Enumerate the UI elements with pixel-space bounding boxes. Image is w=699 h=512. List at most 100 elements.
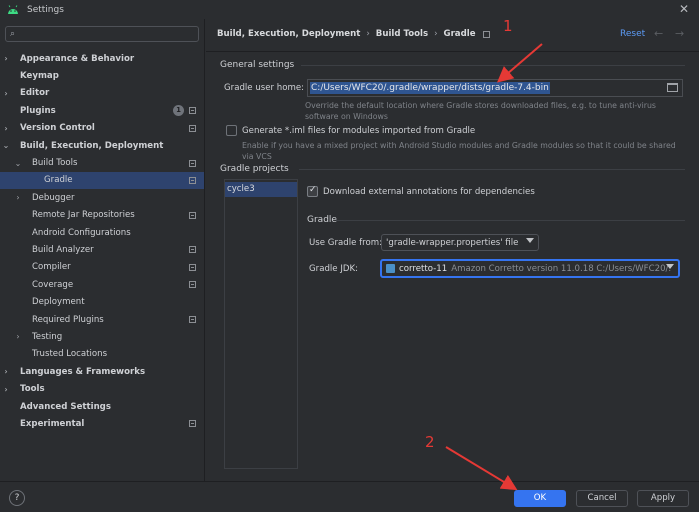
sidebar-item-label: Tools bbox=[20, 384, 45, 395]
sidebar-item-build-execution-deployment[interactable]: ⌄ Build, Execution, Deployment bbox=[0, 137, 204, 154]
gradle-projects-title: Gradle projects bbox=[220, 164, 289, 174]
sidebar-item-build-analyzer[interactable]: Build Analyzer bbox=[0, 241, 204, 258]
sidebar-item-label: Trusted Locations bbox=[32, 349, 108, 360]
folder-icon[interactable] bbox=[667, 83, 678, 92]
sidebar-item-label: Build, Execution, Deployment bbox=[20, 140, 164, 151]
sidebar-item-plugins[interactable]: Plugins 1 bbox=[0, 102, 204, 119]
breadcrumb-build-tools[interactable]: Build Tools bbox=[376, 29, 428, 39]
breadcrumb-build-execution[interactable]: Build, Execution, Deployment bbox=[217, 29, 360, 39]
sidebar-item-label: Languages & Frameworks bbox=[20, 366, 146, 377]
sidebar-item-label: Coverage bbox=[32, 279, 74, 290]
help-button[interactable]: ? bbox=[9, 490, 25, 506]
sidebar-item-version-control[interactable]: › Version Control bbox=[0, 120, 204, 137]
sidebar-item-editor[interactable]: › Editor bbox=[0, 85, 204, 102]
sidebar-item-label: Appearance & Behavior bbox=[20, 53, 135, 64]
sidebar-item-label: Editor bbox=[20, 88, 50, 99]
generate-iml-label: Generate *.iml files for modules importe… bbox=[242, 126, 476, 136]
apply-button[interactable]: Apply bbox=[637, 490, 689, 507]
settings-sidebar: ⌕ › Appearance & Behavior Keymap › Editor Plu… bbox=[0, 19, 205, 481]
update-count-badge: 1 bbox=[173, 105, 184, 117]
generate-iml-hint: Enable if you have a mixed project with … bbox=[242, 141, 676, 161]
project-settings-icon bbox=[189, 211, 196, 219]
sidebar-item-gradle[interactable]: Gradle bbox=[0, 171, 204, 190]
chevron-right-icon[interactable]: › bbox=[2, 385, 10, 394]
chevron-down-icon[interactable]: ⌄ bbox=[14, 159, 22, 168]
ok-button[interactable]: OK bbox=[514, 490, 566, 507]
chevron-right-icon[interactable]: › bbox=[2, 367, 10, 376]
sidebar-item-label: Testing bbox=[32, 331, 63, 342]
gradle-jdk-name: corretto-11 bbox=[399, 263, 448, 274]
project-settings-icon bbox=[189, 107, 196, 115]
forward-arrow-icon[interactable]: → bbox=[675, 27, 684, 40]
section-divider bbox=[336, 220, 685, 221]
sidebar-item-required-plugins[interactable]: Required Plugins bbox=[0, 311, 204, 328]
chevron-down-icon bbox=[666, 264, 674, 269]
chevron-down-icon bbox=[526, 238, 534, 243]
sidebar-item-label: Version Control bbox=[20, 123, 95, 134]
dialog-footer: ? OK Cancel Apply bbox=[0, 481, 699, 512]
gradle-user-home-label: Gradle user home: bbox=[224, 83, 305, 93]
sidebar-item-experimental[interactable]: Experimental bbox=[0, 415, 204, 432]
chevron-right-icon[interactable]: › bbox=[2, 54, 10, 63]
window-title: Settings bbox=[27, 4, 64, 15]
sidebar-item-coverage[interactable]: Coverage bbox=[0, 276, 204, 293]
sidebar-item-label: Android Configurations bbox=[32, 227, 131, 238]
sidebar-item-tools[interactable]: › Tools bbox=[0, 380, 204, 397]
use-gradle-from-label: Use Gradle from: bbox=[309, 238, 383, 248]
gradle-section-title: Gradle bbox=[307, 215, 337, 225]
sidebar-item-languages-frameworks[interactable]: › Languages & Frameworks bbox=[0, 363, 204, 380]
sidebar-item-advanced-settings[interactable]: Advanced Settings bbox=[0, 398, 204, 415]
jdk-folder-icon bbox=[386, 264, 395, 273]
download-annotations-checkbox[interactable] bbox=[307, 185, 318, 197]
sidebar-item-label: Compiler bbox=[32, 262, 71, 273]
sidebar-item-deployment[interactable]: Deployment bbox=[0, 293, 204, 310]
chevron-right-icon[interactable]: › bbox=[14, 332, 22, 341]
cancel-button[interactable]: Cancel bbox=[576, 490, 628, 507]
sidebar-item-label: Required Plugins bbox=[32, 314, 104, 325]
sidebar-item-keymap[interactable]: Keymap bbox=[0, 67, 204, 84]
sidebar-item-compiler[interactable]: Compiler bbox=[0, 259, 204, 276]
sidebar-item-label: Plugins bbox=[20, 105, 56, 116]
search-input[interactable]: ⌕ bbox=[5, 26, 199, 42]
back-arrow-icon[interactable]: ← bbox=[654, 27, 663, 40]
section-divider bbox=[299, 169, 685, 170]
sidebar-item-debugger[interactable]: › Debugger bbox=[0, 189, 204, 206]
gradle-user-home-field[interactable]: C:/Users/WFC20/.gradle/wrapper/dists/gra… bbox=[307, 79, 683, 97]
sidebar-item-android-configurations[interactable]: Android Configurations bbox=[0, 224, 204, 241]
sidebar-item-build-tools[interactable]: ⌄ Build Tools bbox=[0, 154, 204, 171]
gradle-user-home-value[interactable]: C:/Users/WFC20/.gradle/wrapper/dists/gra… bbox=[310, 82, 550, 94]
generate-iml-checkbox[interactable] bbox=[226, 125, 237, 136]
gradle-jdk-dropdown[interactable]: corretto-11 Amazon Corretto version 11.0… bbox=[380, 259, 680, 278]
project-settings-icon bbox=[189, 124, 196, 132]
sidebar-item-label: Build Analyzer bbox=[32, 244, 94, 255]
section-divider bbox=[301, 65, 685, 66]
sidebar-item-testing[interactable]: › Testing bbox=[0, 328, 204, 345]
title-bar: Settings ✕ bbox=[0, 0, 699, 19]
use-gradle-from-dropdown[interactable]: 'gradle-wrapper.properties' file bbox=[381, 234, 539, 251]
project-settings-icon bbox=[189, 263, 196, 271]
gradle-projects-list: cycle3 bbox=[224, 179, 298, 469]
download-annotations-label: Download external annotations for depend… bbox=[323, 187, 535, 197]
chevron-right-icon[interactable]: › bbox=[14, 193, 22, 202]
chevron-down-icon[interactable]: ⌄ bbox=[2, 141, 10, 150]
sidebar-item-appearance-behavior[interactable]: › Appearance & Behavior bbox=[0, 50, 204, 67]
annotation-marker-1: 1 bbox=[503, 17, 513, 35]
annotation-marker-2: 2 bbox=[425, 433, 435, 451]
breadcrumb-separator: › bbox=[434, 29, 438, 39]
header-divider bbox=[206, 51, 699, 52]
chevron-right-icon[interactable]: › bbox=[2, 89, 10, 98]
sidebar-item-label: Deployment bbox=[32, 297, 85, 308]
close-icon[interactable]: ✕ bbox=[679, 2, 689, 16]
sidebar-item-label: Build Tools bbox=[32, 158, 78, 169]
project-settings-icon bbox=[189, 281, 196, 289]
sidebar-item-label: Keymap bbox=[20, 71, 59, 82]
sidebar-item-label: Debugger bbox=[32, 192, 75, 203]
sidebar-item-remote-jar-repositories[interactable]: Remote Jar Repositories bbox=[0, 207, 204, 224]
project-item-cycle3[interactable]: cycle3 bbox=[225, 182, 297, 197]
project-settings-icon bbox=[189, 316, 196, 324]
sidebar-item-trusted-locations[interactable]: Trusted Locations bbox=[0, 346, 204, 363]
reset-link[interactable]: Reset bbox=[620, 29, 645, 39]
gradle-jdk-description: Amazon Corretto version 11.0.18 C:/Users… bbox=[451, 263, 672, 274]
project-settings-icon bbox=[189, 246, 196, 254]
chevron-right-icon[interactable]: › bbox=[2, 124, 10, 133]
